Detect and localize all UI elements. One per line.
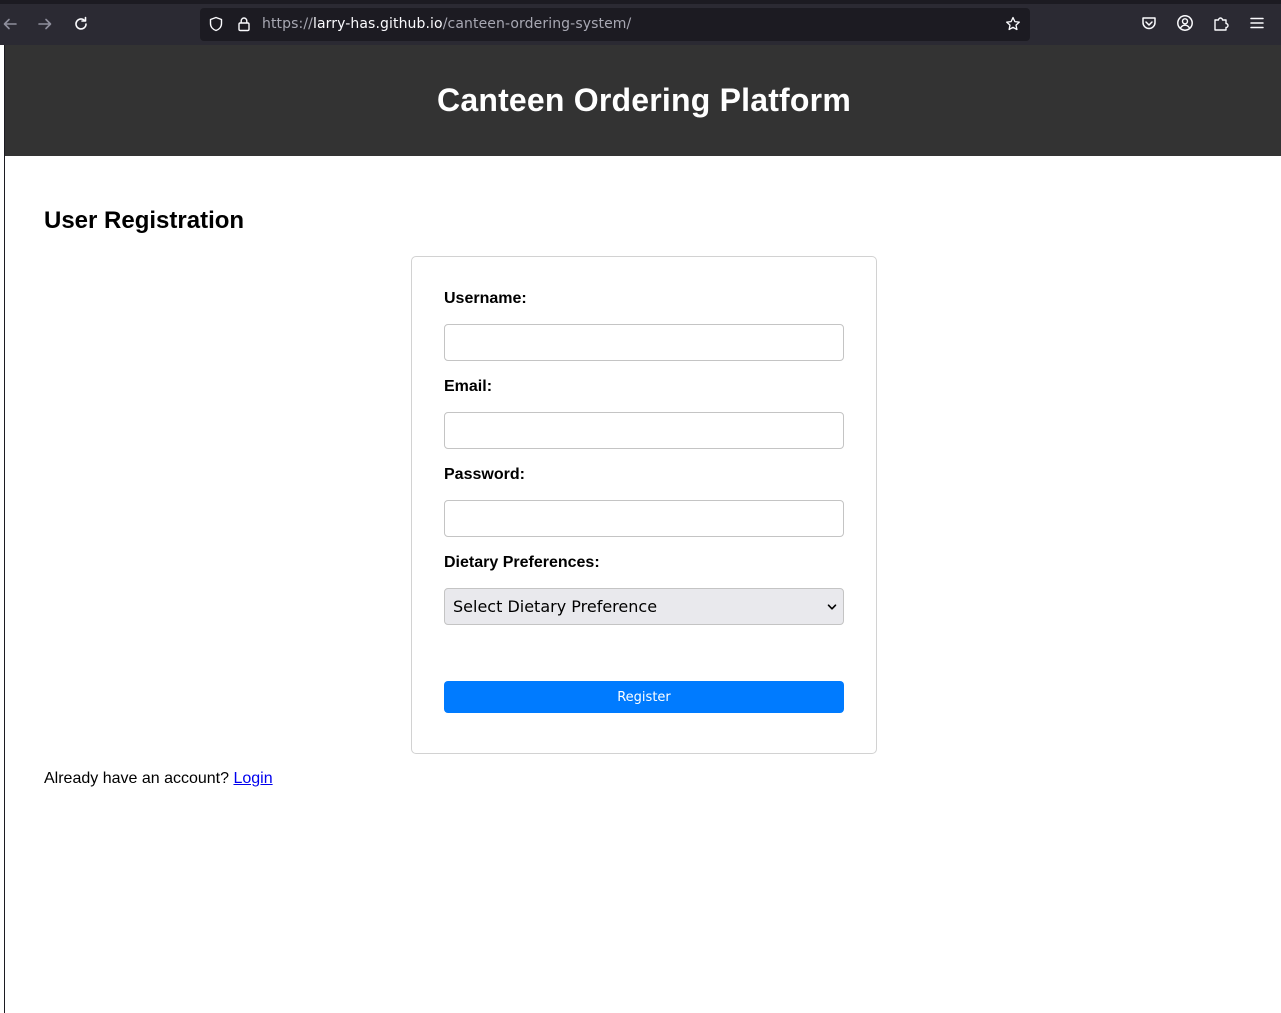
page-viewport: Canteen Ordering Platform User Registrat… <box>4 45 1281 1013</box>
username-label: Username: <box>444 290 527 307</box>
password-label: Password: <box>444 466 525 483</box>
chevron-down-icon <box>827 604 837 610</box>
url-path: /canteen-ordering-system/ <box>442 16 632 32</box>
email-input[interactable] <box>444 412 844 449</box>
login-prompt: Already have an account? Login <box>44 770 273 788</box>
dietary-preference-select[interactable]: Select Dietary Preference <box>444 588 844 625</box>
site-title: Canteen Ordering Platform <box>437 82 851 118</box>
pocket-icon[interactable] <box>1140 14 1158 32</box>
dietary-preferences-label: Dietary Preferences: <box>444 554 600 571</box>
url-text[interactable]: https://larry-has.github.io/canteen-orde… <box>262 16 631 32</box>
star-icon[interactable] <box>1005 16 1021 32</box>
login-prompt-text: Already have an account? <box>44 770 234 787</box>
menu-icon[interactable] <box>1248 14 1266 32</box>
address-bar[interactable]: https://larry-has.github.io/canteen-orde… <box>200 8 1030 41</box>
site-header: Canteen Ordering Platform <box>5 45 1281 156</box>
lock-icon[interactable] <box>236 16 252 32</box>
shield-icon[interactable] <box>208 16 224 32</box>
page-title: User Registration <box>44 207 245 234</box>
url-domain: larry-has.github.io <box>312 16 443 32</box>
tab-strip <box>0 0 1281 4</box>
account-icon[interactable] <box>1176 14 1194 32</box>
registration-form: Username: Email: Password: Dietary Prefe… <box>411 256 877 754</box>
extensions-icon[interactable] <box>1212 14 1230 32</box>
back-arrow-icon[interactable] <box>0 12 22 36</box>
email-label: Email: <box>444 378 493 395</box>
dietary-preference-selected: Select Dietary Preference <box>453 597 658 616</box>
login-link[interactable]: Login <box>233 770 272 787</box>
browser-toolbar: https://larry-has.github.io/canteen-orde… <box>0 0 1281 45</box>
username-input[interactable] <box>444 324 844 361</box>
url-scheme: https:// <box>262 16 313 32</box>
register-button[interactable]: Register <box>444 681 844 713</box>
forward-arrow-icon[interactable] <box>33 12 57 36</box>
reload-icon[interactable] <box>69 12 93 36</box>
password-input[interactable] <box>444 500 844 537</box>
